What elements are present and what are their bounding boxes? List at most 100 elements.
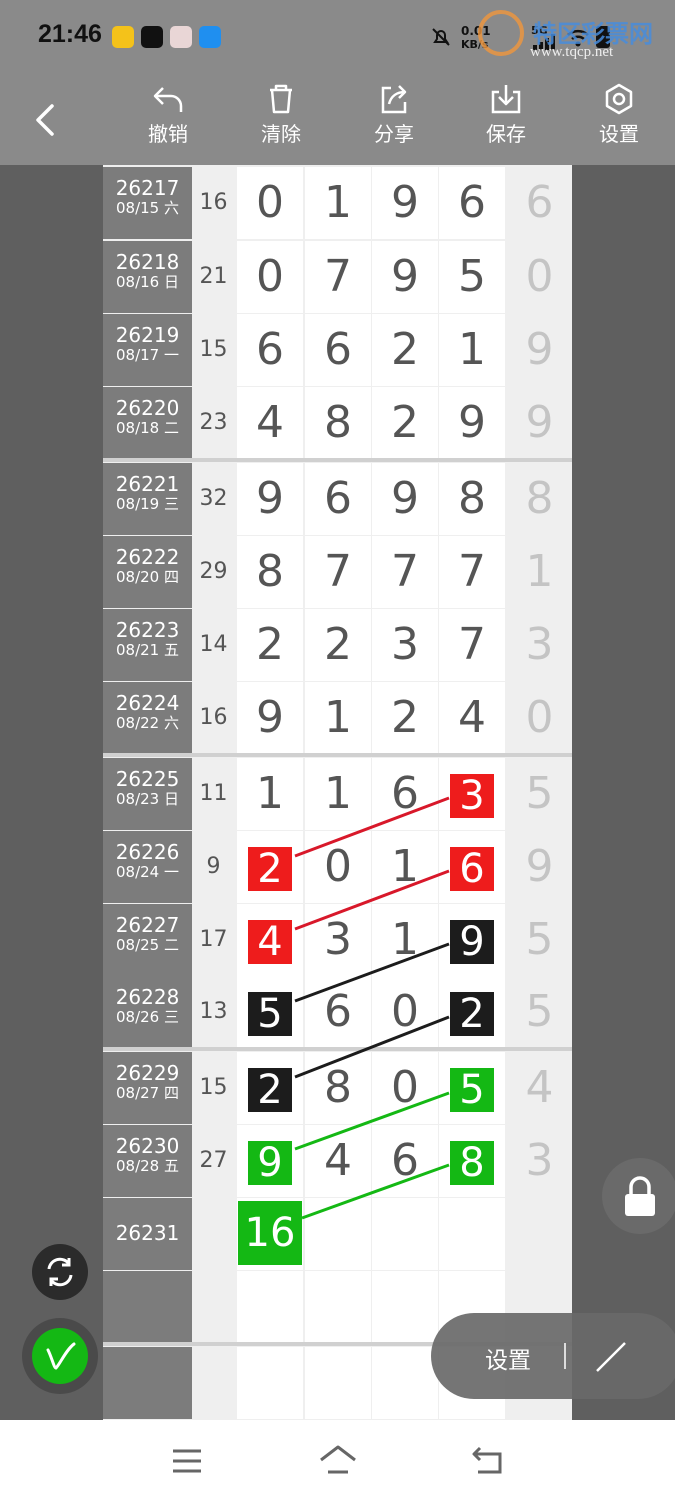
digit-cell[interactable]: 4 bbox=[237, 387, 303, 459]
sum-cell: 17 bbox=[193, 904, 234, 976]
pen-tool-button[interactable] bbox=[22, 1318, 98, 1394]
digit-cell[interactable]: 2 bbox=[439, 976, 505, 1048]
draw-date: 08/21 五 bbox=[116, 641, 179, 659]
digit-cell[interactable]: 1 bbox=[305, 167, 371, 239]
digit-cell[interactable]: 5 bbox=[237, 976, 303, 1048]
tail-cell: 3 bbox=[508, 1125, 571, 1197]
digit-cell[interactable]: 1 bbox=[237, 758, 303, 830]
digit-cell[interactable]: 3 bbox=[439, 758, 505, 830]
digit-cell[interactable]: 9 bbox=[439, 387, 505, 459]
digit-cell[interactable]: 3 bbox=[372, 609, 438, 681]
digit-cell[interactable]: 9 bbox=[237, 463, 303, 535]
digit-cell[interactable]: 7 bbox=[305, 241, 371, 313]
issue-number: 26221 bbox=[115, 472, 180, 496]
digit-cell[interactable]: 6 bbox=[372, 1125, 438, 1197]
digit-cell[interactable]: 9 bbox=[439, 904, 505, 976]
menu-icon[interactable] bbox=[171, 1448, 203, 1478]
digit-cell[interactable]: 7 bbox=[439, 536, 505, 608]
digit-cell[interactable]: 1 bbox=[372, 904, 438, 976]
digit-cell[interactable] bbox=[372, 1271, 438, 1343]
marked-digit: 5 bbox=[248, 992, 292, 1036]
digit-cell[interactable]: 8 bbox=[439, 1125, 505, 1197]
settings-button[interactable]: 设置 bbox=[584, 82, 654, 158]
digit-cell[interactable]: 9 bbox=[237, 1125, 303, 1197]
sum-cell: 21 bbox=[193, 241, 234, 313]
draw-date: 08/20 四 bbox=[116, 568, 179, 586]
digit-cell[interactable] bbox=[237, 1271, 303, 1343]
digit-cell[interactable]: 4 bbox=[237, 904, 303, 976]
digit-cell[interactable]: 2 bbox=[305, 609, 371, 681]
digit-cell[interactable]: 7 bbox=[439, 609, 505, 681]
digit-cell[interactable]: 0 bbox=[237, 241, 303, 313]
digit-cell[interactable] bbox=[305, 1198, 371, 1270]
digit-cell[interactable]: 0 bbox=[372, 976, 438, 1048]
digit-cell[interactable]: 6 bbox=[305, 314, 371, 386]
share-button[interactable]: 分享 bbox=[359, 82, 429, 158]
digit-cell[interactable]: 8 bbox=[237, 536, 303, 608]
digit-cell[interactable]: 4 bbox=[305, 1125, 371, 1197]
row-header: 26229 08/27 四 bbox=[103, 1052, 192, 1124]
digit-cell[interactable]: 6 bbox=[372, 758, 438, 830]
annotation-number[interactable]: 16 bbox=[238, 1201, 302, 1265]
digit-cell[interactable]: 8 bbox=[305, 1052, 371, 1124]
clear-button[interactable]: 清除 bbox=[246, 82, 316, 158]
digit-cell[interactable] bbox=[305, 1271, 371, 1343]
back-nav-icon[interactable] bbox=[470, 1444, 506, 1480]
row-header: 26217 08/15 六 bbox=[103, 167, 192, 239]
digit-cell[interactable]: 8 bbox=[305, 387, 371, 459]
sum-cell: 29 bbox=[193, 536, 234, 608]
digit-cell[interactable]: 6 bbox=[237, 314, 303, 386]
save-button[interactable]: 保存 bbox=[471, 82, 541, 158]
digit-cell[interactable]: 2 bbox=[372, 314, 438, 386]
digit-cell[interactable]: 2 bbox=[372, 682, 438, 754]
digit-cell[interactable]: 0 bbox=[305, 831, 371, 903]
back-button[interactable] bbox=[30, 100, 60, 144]
digit-cell[interactable]: 2 bbox=[237, 831, 303, 903]
digit-cell[interactable]: 9 bbox=[372, 241, 438, 313]
digit-cell[interactable]: 6 bbox=[439, 831, 505, 903]
notification-app-icon-4 bbox=[199, 26, 221, 48]
digit-cell[interactable]: 2 bbox=[372, 387, 438, 459]
digit-cell[interactable]: 5 bbox=[439, 241, 505, 313]
digit-cell[interactable] bbox=[439, 1198, 505, 1270]
digit-cell[interactable]: 7 bbox=[372, 536, 438, 608]
digit-cell[interactable]: 1 bbox=[305, 758, 371, 830]
digit-cell[interactable]: 1 bbox=[305, 682, 371, 754]
digit-cell[interactable]: 2 bbox=[237, 609, 303, 681]
digit-cell[interactable]: 8 bbox=[439, 463, 505, 535]
digit-cell[interactable]: 0 bbox=[372, 1052, 438, 1124]
digit-cell[interactable] bbox=[237, 1347, 303, 1419]
issue-number: 26228 bbox=[115, 985, 180, 1009]
digit-cell[interactable]: 1 bbox=[439, 314, 505, 386]
marked-digit: 4 bbox=[248, 920, 292, 964]
draw-date: 08/28 五 bbox=[116, 1157, 179, 1175]
home-icon[interactable] bbox=[318, 1444, 358, 1480]
digit-cell[interactable]: 2 bbox=[237, 1052, 303, 1124]
digit-cell[interactable]: 6 bbox=[439, 167, 505, 239]
digit-cell[interactable] bbox=[372, 1347, 438, 1419]
digit-cell[interactable]: 9 bbox=[372, 167, 438, 239]
digit-cell[interactable]: 7 bbox=[305, 536, 371, 608]
digit-cell[interactable]: 0 bbox=[237, 167, 303, 239]
digit-cell[interactable]: 6 bbox=[305, 463, 371, 535]
refresh-button[interactable] bbox=[32, 1244, 88, 1300]
line-tool-icon[interactable] bbox=[591, 1337, 631, 1381]
digit-cell[interactable]: 6 bbox=[305, 976, 371, 1048]
digit-cell[interactable]: 4 bbox=[439, 682, 505, 754]
digit-cell[interactable] bbox=[305, 1347, 371, 1419]
draw-date: 08/18 二 bbox=[116, 419, 179, 437]
watermark-url: www.tqcp.net bbox=[530, 44, 614, 60]
digit-cell[interactable] bbox=[372, 1198, 438, 1270]
floating-settings-panel[interactable]: 设置 bbox=[431, 1313, 675, 1399]
digit-cell[interactable]: 1 bbox=[372, 831, 438, 903]
floating-settings-label[interactable]: 设置 bbox=[485, 1341, 531, 1375]
sum-cell bbox=[193, 1271, 234, 1343]
undo-button[interactable]: 撤销 bbox=[133, 82, 203, 158]
pen-color-swatch bbox=[32, 1328, 88, 1384]
digit-cell[interactable]: 3 bbox=[305, 904, 371, 976]
lock-button[interactable] bbox=[602, 1158, 675, 1234]
digit-cell[interactable]: 5 bbox=[439, 1052, 505, 1124]
digit-cell[interactable]: 9 bbox=[372, 463, 438, 535]
marked-digit: 2 bbox=[248, 1068, 292, 1112]
digit-cell[interactable]: 9 bbox=[237, 682, 303, 754]
